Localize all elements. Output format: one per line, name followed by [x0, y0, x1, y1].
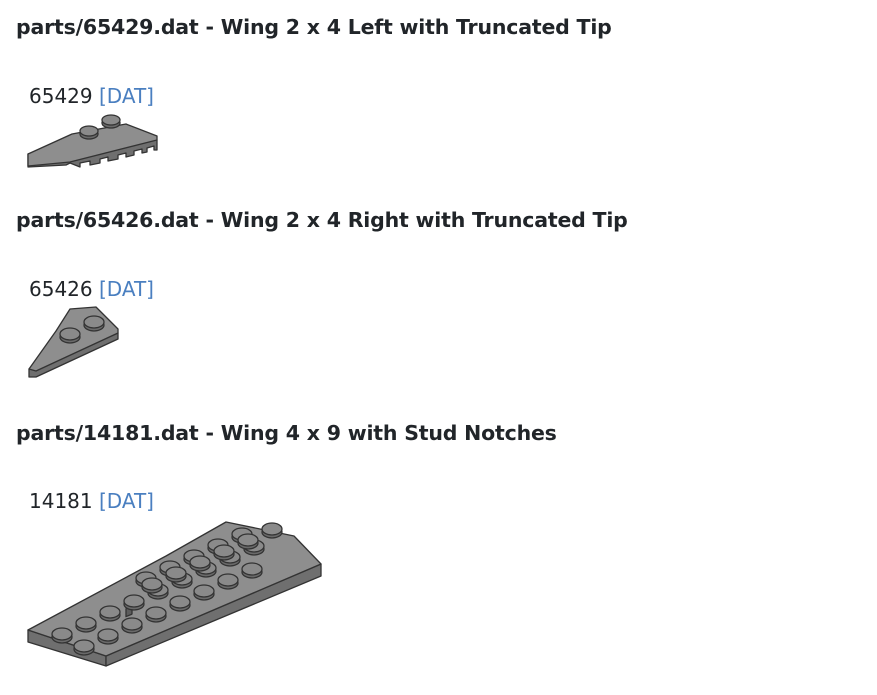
- stud: [169, 595, 191, 612]
- stud: [193, 584, 215, 601]
- stud: [97, 628, 119, 645]
- stud: [237, 533, 259, 550]
- dat-link[interactable]: [DAT]: [99, 277, 154, 301]
- wing-4x9-part-icon[interactable]: [26, 514, 324, 672]
- stud: [145, 606, 167, 623]
- stud: [59, 327, 81, 344]
- part-title-14181: parts/14181.dat - Wing 4 x 9 with Stud N…: [16, 421, 557, 445]
- stud: [83, 315, 105, 332]
- stud: [165, 566, 187, 583]
- stud: [189, 555, 211, 572]
- part-entry-14181: 14181 [DAT]: [29, 491, 154, 511]
- stud: [241, 562, 263, 579]
- stud: [79, 125, 99, 140]
- stud: [75, 616, 97, 633]
- part-title-65426: parts/65426.dat - Wing 2 x 4 Right with …: [16, 208, 628, 232]
- stud: [141, 577, 163, 594]
- stud: [121, 617, 143, 634]
- part-number: 65429: [29, 84, 93, 108]
- part-entry-65429: 65429 [DAT]: [29, 86, 154, 106]
- dat-link[interactable]: [DAT]: [99, 489, 154, 513]
- part-number: 14181: [29, 489, 93, 513]
- wing-right-part-icon[interactable]: [26, 303, 122, 383]
- stud: [73, 639, 95, 656]
- stud: [261, 522, 283, 539]
- dat-link[interactable]: [DAT]: [99, 84, 154, 108]
- part-title-65429: parts/65429.dat - Wing 2 x 4 Left with T…: [16, 15, 612, 39]
- stud: [51, 627, 73, 644]
- stud: [99, 605, 121, 622]
- part-number: 65426: [29, 277, 93, 301]
- stud: [217, 573, 239, 590]
- part-entry-65426: 65426 [DAT]: [29, 279, 154, 299]
- stud: [123, 594, 145, 611]
- stud: [101, 114, 121, 129]
- stud: [213, 544, 235, 561]
- wing-left-part-icon[interactable]: [26, 110, 160, 172]
